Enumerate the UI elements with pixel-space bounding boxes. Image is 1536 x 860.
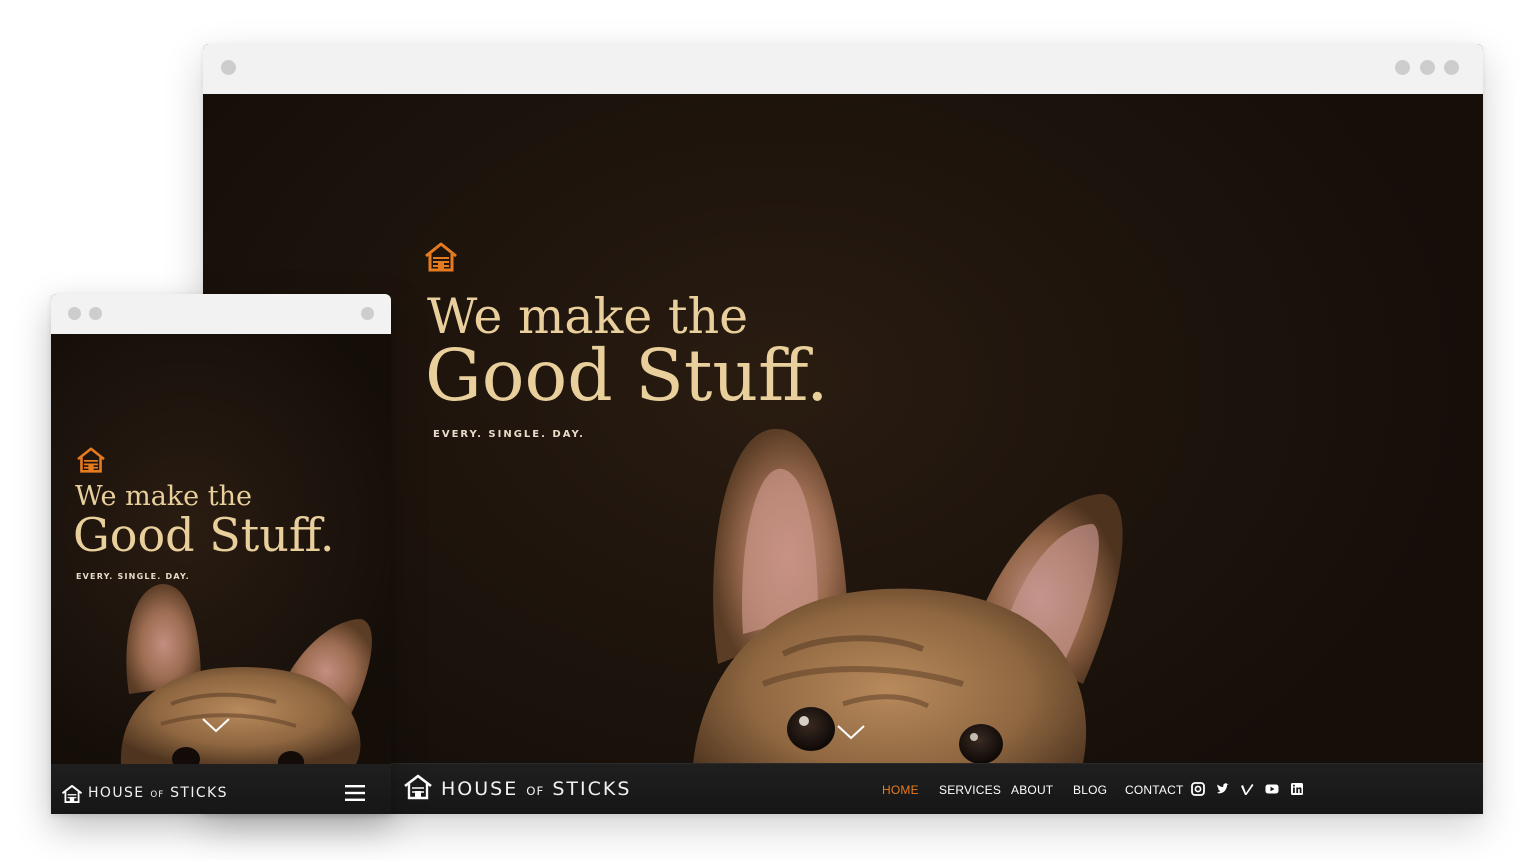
mobile-browser-mockup: We make the Good Stuff. EVERY. SINGLE. D… (51, 294, 391, 814)
mobile-browser-chrome (51, 294, 391, 334)
linkedin-icon[interactable] (1290, 782, 1304, 796)
window-dot (68, 307, 81, 320)
house-logo-icon[interactable] (61, 784, 83, 804)
nav-item-about[interactable]: ABOUT (1011, 783, 1053, 797)
hero-headline-line2: Good Stuff. (425, 334, 829, 417)
window-dot (1395, 60, 1410, 75)
nav-item-home[interactable]: HOME (882, 783, 919, 797)
instagram-icon[interactable] (1191, 782, 1205, 796)
desktop-navbar: HOUSE OF STICKS HOME SERVICES ABOUT BLOG… (203, 763, 1483, 814)
scroll-down-chevron-icon[interactable] (201, 717, 231, 733)
hero-tagline: EVERY. SINGLE. DAY. (76, 572, 190, 581)
brand-house: HOUSE (441, 778, 519, 800)
hamburger-menu-icon[interactable] (345, 784, 365, 802)
brand-sticks: STICKS (170, 785, 228, 801)
brand-name[interactable]: HOUSE OF STICKS (441, 778, 631, 800)
twitter-icon[interactable] (1216, 782, 1230, 796)
desktop-hero-section: We make the Good Stuff. EVERY. SINGLE. D… (203, 94, 1483, 814)
house-logo-icon (425, 242, 457, 272)
window-dot (361, 307, 374, 320)
window-dot (89, 307, 102, 320)
nav-item-contact[interactable]: CONTACT (1125, 783, 1184, 797)
brand-sticks: STICKS (552, 778, 632, 800)
desktop-browser-chrome (203, 44, 1483, 94)
house-logo-icon (77, 447, 105, 473)
brand-house: HOUSE (88, 785, 145, 801)
window-dot (1420, 60, 1435, 75)
mobile-navbar: HOUSE OF STICKS (51, 764, 391, 814)
dog-photo (691, 428, 1123, 814)
vimeo-icon[interactable] (1240, 782, 1254, 796)
mobile-hero-section: We make the Good Stuff. EVERY. SINGLE. D… (51, 334, 391, 764)
scroll-down-chevron-icon[interactable] (836, 724, 866, 740)
nav-item-blog[interactable]: BLOG (1073, 783, 1107, 797)
hero-tagline: EVERY. SINGLE. DAY. (433, 429, 585, 440)
brand-name[interactable]: HOUSE OF STICKS (88, 785, 228, 801)
desktop-browser-mockup: We make the Good Stuff. EVERY. SINGLE. D… (203, 44, 1483, 814)
youtube-icon[interactable] (1265, 782, 1279, 796)
window-dot (1444, 60, 1459, 75)
nav-item-services[interactable]: SERVICES (939, 783, 1001, 797)
house-logo-icon[interactable] (403, 774, 433, 800)
hero-headline-line2: Good Stuff. (73, 508, 335, 562)
brand-of: OF (526, 784, 545, 798)
window-dot (221, 60, 236, 75)
brand-of: OF (150, 790, 165, 800)
